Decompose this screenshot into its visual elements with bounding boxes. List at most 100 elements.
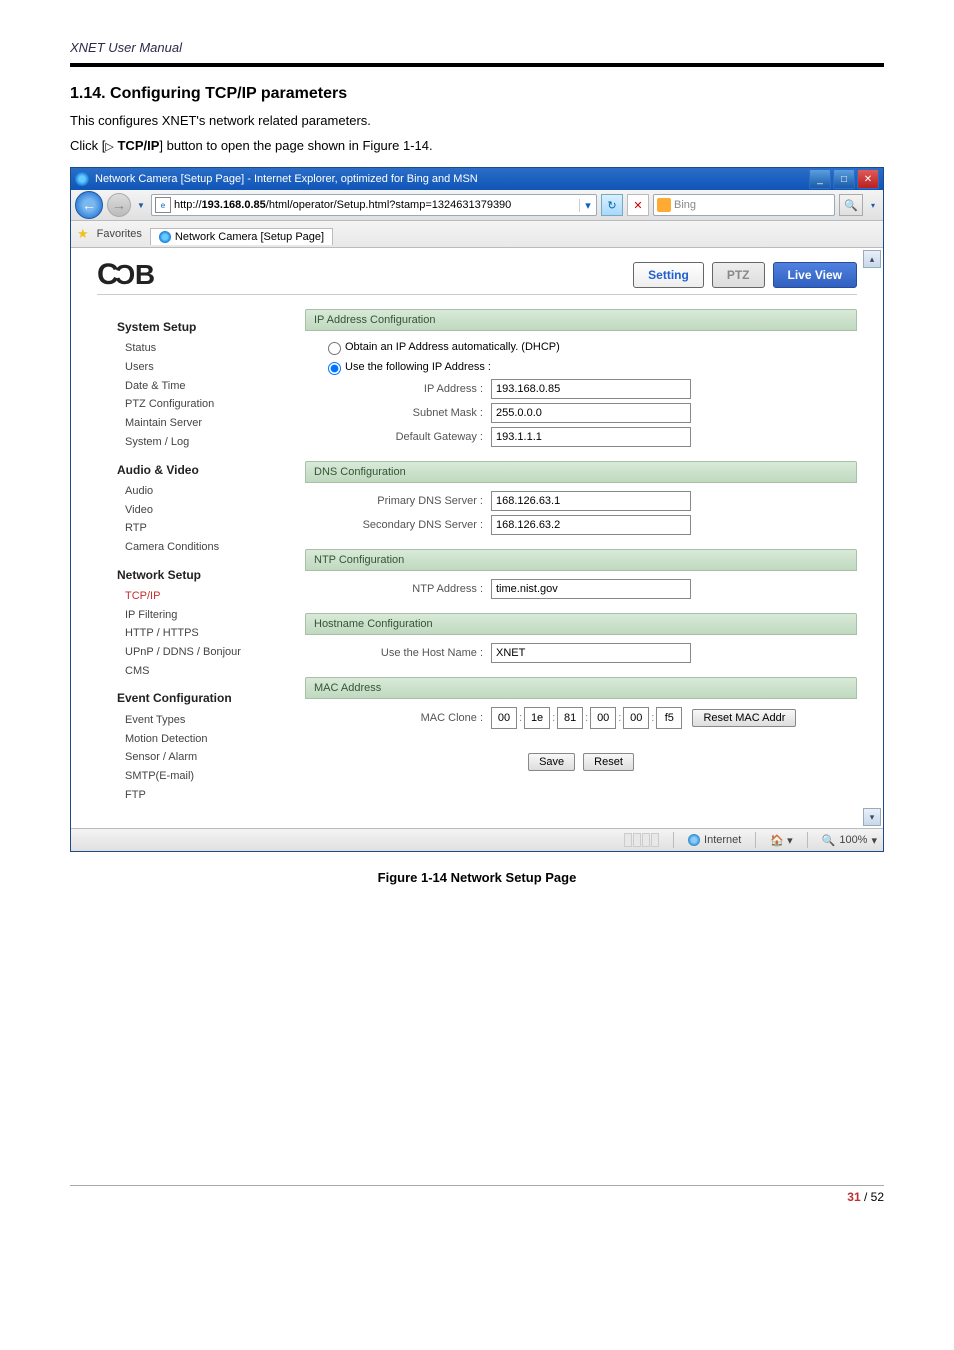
reset-mac-button[interactable]: Reset MAC Addr <box>692 709 796 727</box>
sidebar-item-ptzconfig[interactable]: PTZ Configuration <box>117 395 287 414</box>
save-button[interactable]: Save <box>528 753 575 771</box>
ip-address-input[interactable] <box>491 379 691 399</box>
progress-indicator <box>624 833 659 847</box>
search-placeholder: Bing <box>674 199 696 211</box>
mac-input-6[interactable] <box>656 707 682 729</box>
sidebar: System Setup Status Users Date & Time PT… <box>117 309 287 804</box>
sidebar-item-maintain[interactable]: Maintain Server <box>117 414 287 433</box>
sidebar-item-status[interactable]: Status <box>117 339 287 358</box>
section-title: 1.14. Configuring TCP/IP parameters <box>70 85 884 103</box>
ptz-button[interactable]: PTZ <box>712 262 765 288</box>
page-content: ▴ ▾ CCB Setting PTZ Live View System Set… <box>71 248 883 828</box>
mac-input-5[interactable] <box>623 707 649 729</box>
scroll-up-button[interactable]: ▴ <box>863 250 881 268</box>
tab-title: Network Camera [Setup Page] <box>175 231 324 243</box>
ntp-label: NTP Address : <box>323 583 491 595</box>
mac-input-1[interactable] <box>491 707 517 729</box>
page-current: 31 <box>847 1190 860 1204</box>
section-desc: This configures XNET's network related p… <box>70 113 884 128</box>
stop-button[interactable]: ✕ <box>627 194 649 216</box>
scroll-down-button[interactable]: ▾ <box>863 808 881 826</box>
sidebar-item-motion[interactable]: Motion Detection <box>117 730 287 749</box>
sidebar-item-cms[interactable]: CMS <box>117 662 287 681</box>
sidebar-group-network: Network Setup <box>117 565 287 585</box>
ntp-config-header: NTP Configuration <box>305 549 857 571</box>
sidebar-item-camera[interactable]: Camera Conditions <box>117 538 287 557</box>
browser-toolbar: ← → ▼ e http://193.168.0.85/html/operato… <box>71 190 883 221</box>
sidebar-item-http[interactable]: HTTP / HTTPS <box>117 624 287 643</box>
gateway-input[interactable] <box>491 427 691 447</box>
cnb-logo: CCB <box>97 258 154 292</box>
sidebar-item-ftp[interactable]: FTP <box>117 786 287 805</box>
favorites-star-icon[interactable]: ★ <box>77 226 89 242</box>
zoom-control[interactable]: 🔍 100% ▾ <box>822 834 877 847</box>
static-radio[interactable] <box>328 362 341 375</box>
sidebar-item-ipfilter[interactable]: IP Filtering <box>117 606 287 625</box>
sidebar-item-rtp[interactable]: RTP <box>117 519 287 538</box>
history-dropdown[interactable]: ▼ <box>135 201 147 210</box>
figure-caption: Figure 1-14 Network Setup Page <box>70 870 884 885</box>
dns1-label: Primary DNS Server : <box>323 495 491 507</box>
address-dropdown[interactable]: ▾ <box>579 199 596 212</box>
sidebar-item-smtp[interactable]: SMTP(E-mail) <box>117 767 287 786</box>
tab-favicon <box>159 231 171 243</box>
close-button[interactable]: ✕ <box>857 169 879 189</box>
divider <box>70 63 884 67</box>
hostname-input[interactable] <box>491 643 691 663</box>
section-name: Configuring TCP/IP parameters <box>110 85 347 102</box>
ntp-input[interactable] <box>491 579 691 599</box>
refresh-button[interactable]: ↻ <box>601 194 623 216</box>
dns2-label: Secondary DNS Server : <box>323 519 491 531</box>
minimize-button[interactable]: _ <box>809 169 831 189</box>
sidebar-item-users[interactable]: Users <box>117 358 287 377</box>
form-area: IP Address Configuration Obtain an IP Ad… <box>305 309 857 804</box>
mac-input-4[interactable] <box>590 707 616 729</box>
sidebar-item-video[interactable]: Video <box>117 501 287 520</box>
app-topbar: CCB Setting PTZ Live View <box>97 258 857 295</box>
sidebar-item-datetime[interactable]: Date & Time <box>117 377 287 396</box>
mac-header: MAC Address <box>305 677 857 699</box>
browser-tab[interactable]: Network Camera [Setup Page] <box>150 228 333 245</box>
dns1-input[interactable] <box>491 491 691 511</box>
window-title: Network Camera [Setup Page] - Internet E… <box>95 173 478 185</box>
mac-label: MAC Clone : <box>323 712 491 724</box>
subnet-input[interactable] <box>491 403 691 423</box>
favorites-bar: ★ Favorites Network Camera [Setup Page] <box>71 221 883 248</box>
back-button[interactable]: ← <box>75 191 103 219</box>
triangle-icon: ▷ <box>105 141 113 153</box>
mac-input-2[interactable] <box>524 707 550 729</box>
internet-zone: Internet <box>688 834 741 846</box>
page-footer: 31 / 52 <box>70 1185 884 1204</box>
subnet-label: Subnet Mask : <box>323 407 491 419</box>
search-box[interactable]: Bing <box>653 194 835 216</box>
setting-button[interactable]: Setting <box>633 262 704 288</box>
dhcp-label: Obtain an IP Address automatically. (DHC… <box>345 341 560 353</box>
doc-header: XNET User Manual <box>70 40 884 61</box>
page-total: 52 <box>871 1190 884 1204</box>
static-label: Use the following IP Address : <box>345 361 491 373</box>
live-view-button[interactable]: Live View <box>773 262 857 288</box>
zoom-icon: 🔍 <box>822 834 836 847</box>
favorites-label: Favorites <box>97 228 142 240</box>
sidebar-item-upnp[interactable]: UPnP / DDNS / Bonjour <box>117 643 287 662</box>
search-button[interactable]: 🔍 <box>839 194 863 216</box>
reset-button[interactable]: Reset <box>583 753 634 771</box>
dhcp-radio[interactable] <box>328 342 341 355</box>
status-bar: Internet 🏠 ▾ 🔍 100% ▾ <box>71 828 883 851</box>
maximize-button[interactable]: □ <box>833 169 855 189</box>
protected-mode-dropdown[interactable]: 🏠 ▾ <box>770 834 792 847</box>
sidebar-item-eventtypes[interactable]: Event Types <box>117 711 287 730</box>
sidebar-item-sensor[interactable]: Sensor / Alarm <box>117 748 287 767</box>
ip-address-label: IP Address : <box>323 383 491 395</box>
sidebar-item-audio[interactable]: Audio <box>117 482 287 501</box>
search-dropdown[interactable]: ▾ <box>867 201 879 210</box>
address-bar[interactable]: e http://193.168.0.85/html/operator/Setu… <box>151 194 597 216</box>
sidebar-item-tcpip[interactable]: TCP/IP <box>117 587 287 606</box>
mac-input-3[interactable] <box>557 707 583 729</box>
sidebar-item-systemlog[interactable]: System / Log <box>117 433 287 452</box>
sidebar-group-system: System Setup <box>117 317 287 337</box>
forward-button[interactable]: → <box>107 193 131 217</box>
ie-icon <box>75 172 89 186</box>
dns2-input[interactable] <box>491 515 691 535</box>
sidebar-group-event: Event Configuration <box>117 688 287 708</box>
